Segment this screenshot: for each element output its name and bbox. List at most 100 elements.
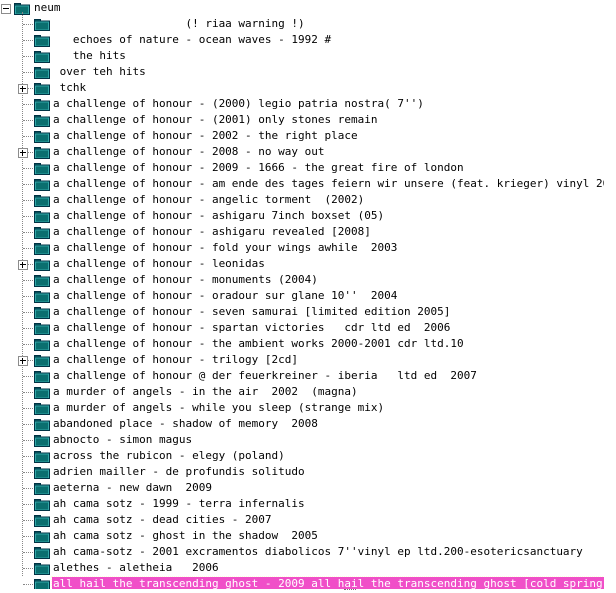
folder-label: ah cama sotz - ghost in the shadow 2005 — [53, 529, 318, 542]
folder-icon — [34, 451, 50, 463]
folder-icon — [34, 195, 50, 207]
tree-root[interactable]: neum — [0, 0, 604, 16]
folder-label: aeterna - new dawn 2009 — [53, 481, 212, 494]
folder-icon — [34, 499, 50, 511]
tree-item[interactable]: alethes - aletheia 2006 — [0, 560, 604, 576]
folder-label: across the rubicon - elegy (poland) — [53, 449, 285, 462]
folder-icon — [34, 115, 50, 127]
folder-icon — [34, 483, 50, 495]
folder-label: abandoned place - shadow of memory 2008 — [53, 417, 318, 430]
folder-icon — [34, 291, 50, 303]
folder-icon — [34, 435, 50, 447]
folder-icon — [34, 323, 50, 335]
tree-item[interactable]: a challenge of honour - the ambient work… — [0, 336, 604, 352]
tree-item[interactable]: a challenge of honour - 2002 - the right… — [0, 128, 604, 144]
tree-item[interactable]: ah cama sotz - ghost in the shadow 2005 — [0, 528, 604, 544]
folder-icon — [34, 243, 50, 255]
tree-item[interactable]: a murder of angels - while you sleep (st… — [0, 400, 604, 416]
tree-item[interactable]: a challenge of honour - 2008 - no way ou… — [0, 144, 604, 160]
tree-item[interactable]: a murder of angels - in the air 2002 (ma… — [0, 384, 604, 400]
tree-item[interactable]: a challenge of honour - trilogy [2cd] — [0, 352, 604, 368]
expand-plus-icon[interactable] — [18, 260, 28, 270]
tree-item[interactable]: a challenge of honour - oradour sur glan… — [0, 288, 604, 304]
folder-label: a challenge of honour - 2008 - no way ou… — [53, 145, 325, 158]
tree-item[interactable]: a challenge of honour - seven samurai [l… — [0, 304, 604, 320]
folder-icon — [34, 67, 50, 79]
tree-item[interactable]: a challenge of honour - leonidas — [0, 256, 604, 272]
tree-item[interactable]: a challenge of honour - monuments (2004) — [0, 272, 604, 288]
tree-item[interactable]: the hits — [0, 48, 604, 64]
tree-item[interactable]: aeterna - new dawn 2009 — [0, 480, 604, 496]
folder-label: abnocto - simon magus — [53, 433, 193, 446]
tree-item[interactable]: a challenge of honour - ashigaru reveale… — [0, 224, 604, 240]
tree-item[interactable]: adrien mailler - de profundis solitudo — [0, 464, 604, 480]
vertical-scrollbar[interactable] — [604, 0, 616, 593]
tree-item[interactable]: a challenge of honour - ashigaru 7inch b… — [0, 208, 604, 224]
tree-item[interactable]: across the rubicon - elegy (poland) — [0, 448, 604, 464]
expand-plus-icon[interactable] — [18, 356, 28, 366]
folder-icon — [34, 387, 50, 399]
folder-label: a challenge of honour - (2000) legio pat… — [53, 97, 424, 110]
tree-item[interactable]: a challenge of honour @ der feuerkreiner… — [0, 368, 604, 384]
folder-label: a challenge of honour - ashigaru reveale… — [53, 225, 371, 238]
tree-item[interactable]: a challenge of honour - spartan victorie… — [0, 320, 604, 336]
folder-label: a challenge of honour - the ambient work… — [53, 337, 464, 350]
tree-item[interactable]: ah cama sotz - dead cities - 2007 — [0, 512, 604, 528]
expand-plus-icon[interactable] — [18, 84, 28, 94]
folder-icon — [34, 547, 50, 559]
folder-icon — [34, 51, 50, 63]
tree-item[interactable]: a challenge of honour - (2000) legio pat… — [0, 96, 604, 112]
tree-item[interactable]: a challenge of honour - angelic torment … — [0, 192, 604, 208]
horizontal-scroll-thumb[interactable] — [344, 589, 356, 593]
folder-label: alethes - aletheia 2006 — [53, 561, 219, 574]
tree-item[interactable]: abnocto - simon magus — [0, 432, 604, 448]
folder-icon — [34, 531, 50, 543]
folder-label: a challenge of honour - (2001) only ston… — [53, 113, 378, 126]
folder-icon — [34, 371, 50, 383]
folder-tree[interactable]: neum (! riaa warning !) echoes of nature… — [0, 0, 616, 592]
tree-item[interactable]: a challenge of honour - 2009 - 1666 - th… — [0, 160, 604, 176]
tree-item[interactable]: ah cama-sotz - 2001 excramentos diabolic… — [0, 544, 604, 560]
folder-label: ah cama sotz - dead cities - 2007 — [53, 513, 272, 526]
folder-label: a challenge of honour - 2009 - 1666 - th… — [53, 161, 464, 174]
tree-item[interactable]: over teh hits — [0, 64, 604, 80]
expand-plus-icon[interactable] — [18, 148, 28, 158]
tree-item[interactable]: a challenge of honour - fold your wings … — [0, 240, 604, 256]
horizontal-scrollbar[interactable] — [0, 589, 604, 593]
folder-label: ah cama-sotz - 2001 excramentos diabolic… — [53, 545, 583, 558]
folder-icon — [34, 211, 50, 223]
tree-item[interactable]: tchk — [0, 80, 604, 96]
tree-item[interactable]: abandoned place - shadow of memory 2008 — [0, 416, 604, 432]
folder-icon — [34, 307, 50, 319]
folder-label: a challenge of honour - leonidas — [53, 257, 265, 270]
folder-label: a murder of angels - in the air 2002 (ma… — [53, 385, 358, 398]
folder-label: a challenge of honour - oradour sur glan… — [53, 289, 398, 302]
folder-icon — [34, 83, 50, 95]
folder-icon — [34, 563, 50, 575]
folder-icon — [34, 179, 50, 191]
folder-label: a challenge of honour - am ende des tage… — [53, 177, 616, 190]
folder-label: a challenge of honour - fold your wings … — [53, 241, 398, 254]
tree-item[interactable]: (! riaa warning !) — [0, 16, 604, 32]
folder-label: a murder of angels - while you sleep (st… — [53, 401, 385, 414]
folder-icon — [34, 275, 50, 287]
folder-icon — [34, 227, 50, 239]
folder-icon — [34, 259, 50, 271]
tree-item[interactable]: ah cama sotz - 1999 - terra infernalis — [0, 496, 604, 512]
folder-icon — [34, 419, 50, 431]
folder-icon — [34, 339, 50, 351]
folder-icon — [34, 515, 50, 527]
tree-item[interactable]: a challenge of honour - am ende des tage… — [0, 176, 616, 192]
tree-item[interactable]: echoes of nature - ocean waves - 1992 # — [0, 32, 604, 48]
tree-item[interactable]: a challenge of honour - (2001) only ston… — [0, 112, 604, 128]
folder-label: tchk — [53, 81, 87, 94]
folder-icon — [34, 131, 50, 143]
folder-label: a challenge of honour - monuments (2004) — [53, 273, 318, 286]
folder-label: ah cama sotz - 1999 - terra infernalis — [53, 497, 305, 510]
folder-label: a challenge of honour - 2002 - the right… — [53, 129, 358, 142]
folder-icon — [34, 19, 50, 31]
folder-icon — [34, 355, 50, 367]
folder-label: adrien mailler - de profundis solitudo — [53, 465, 305, 478]
folder-label: the hits — [53, 49, 126, 62]
collapse-minus-icon[interactable] — [1, 4, 11, 14]
